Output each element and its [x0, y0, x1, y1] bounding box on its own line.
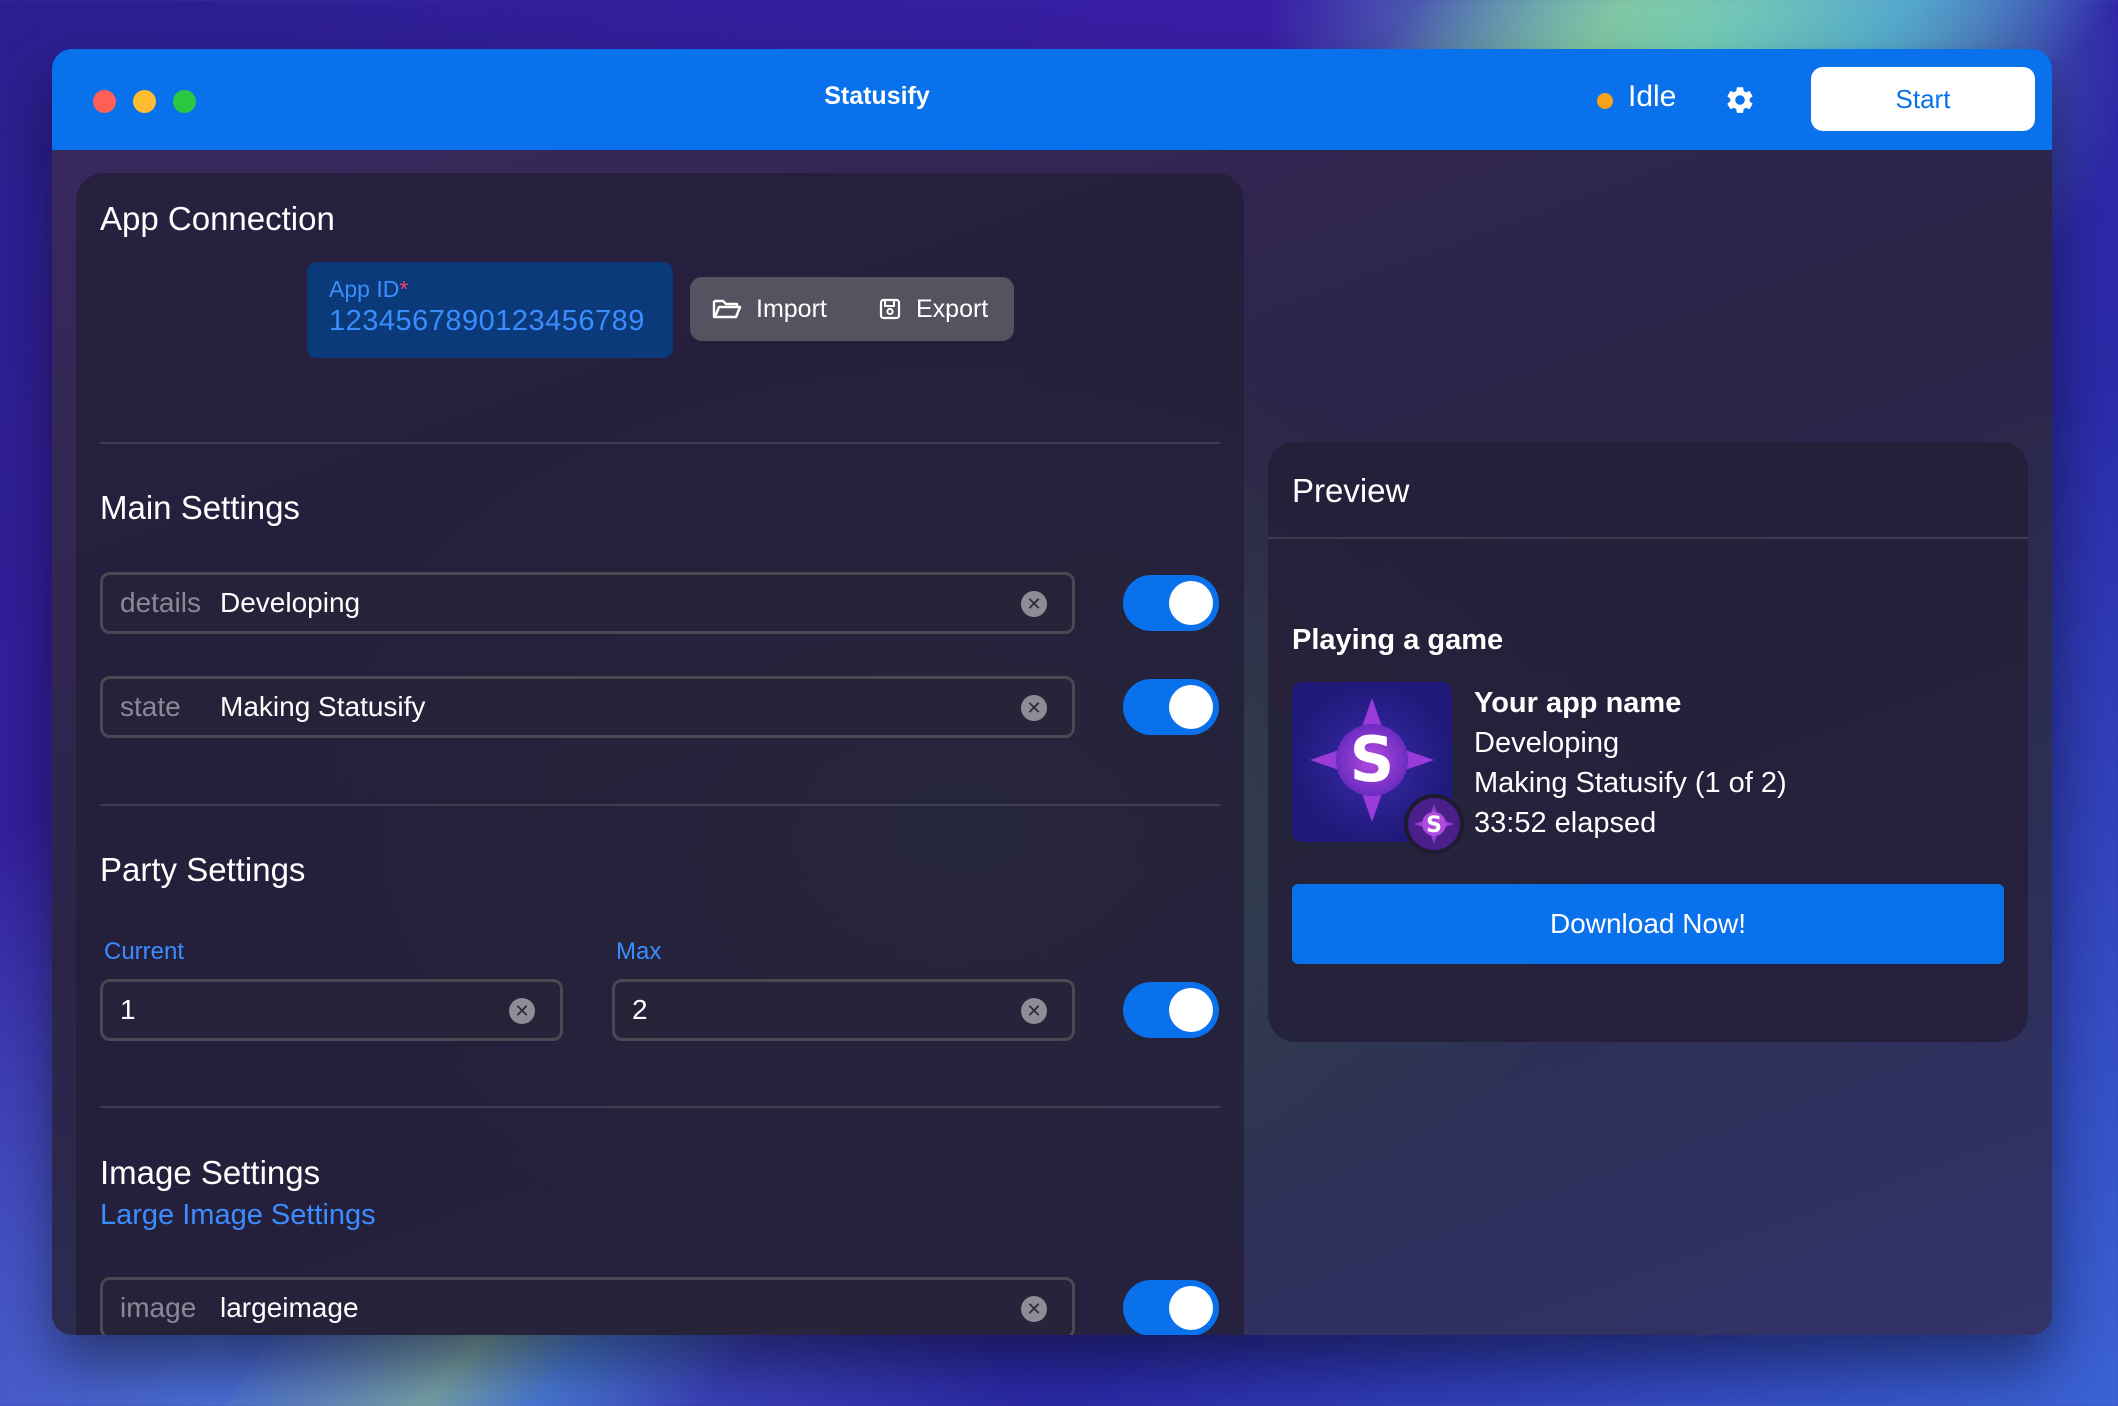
section-divider: [100, 442, 1220, 444]
download-now-button[interactable]: Download Now!: [1292, 884, 2004, 964]
app-id-label: App ID*: [329, 276, 408, 303]
section-divider: [100, 804, 1220, 806]
export-button[interactable]: Export: [878, 277, 988, 341]
save-icon: [879, 298, 901, 320]
state-field[interactable]: state Making Statusify ✕: [100, 676, 1075, 738]
image-toggle[interactable]: [1123, 1280, 1219, 1335]
party-current-value: 1: [120, 994, 136, 1025]
current-label: Current: [104, 938, 185, 965]
main-settings-heading: Main Settings: [100, 489, 300, 526]
image-field[interactable]: image largeimage ✕: [100, 1277, 1075, 1335]
export-label: Export: [916, 294, 989, 323]
preview-panel: Preview Playing a game S S Your app name…: [1268, 442, 2028, 1042]
app-connection-heading: App Connection: [100, 200, 335, 237]
status-text: Idle: [1628, 80, 1677, 113]
party-current-field[interactable]: 1 ✕: [100, 979, 563, 1041]
small-image: S: [1404, 794, 1464, 854]
required-mark: *: [399, 276, 409, 302]
app-id-value: 1234567890123456789: [329, 305, 645, 337]
zoom-window-button[interactable]: [173, 90, 196, 113]
toggle-knob: [1169, 988, 1213, 1032]
import-button[interactable]: Import: [712, 277, 827, 341]
state-field-value: Making Statusify: [220, 691, 426, 722]
image-field-label: image: [120, 1292, 197, 1323]
small-logo-letter: S: [1426, 813, 1442, 838]
preview-state: Making Statusify (1 of 2): [1474, 767, 1787, 799]
preview-details: Developing: [1474, 727, 1620, 759]
state-field-label: state: [120, 691, 181, 722]
toggle-knob: [1169, 581, 1213, 625]
app-window: Statusify Idle Start App Connection App …: [52, 49, 2052, 1335]
party-max-field[interactable]: 2 ✕: [612, 979, 1075, 1041]
preview-elapsed: 33:52 elapsed: [1474, 807, 1657, 839]
max-label: Max: [616, 938, 662, 965]
statusify-small-logo-icon: S: [1408, 798, 1460, 850]
app-id-label-text: App ID: [329, 276, 400, 302]
section-divider: [100, 1106, 1220, 1108]
details-toggle[interactable]: [1123, 575, 1219, 631]
import-export-group: Import Export: [690, 277, 1014, 341]
image-field-value: largeimage: [220, 1292, 359, 1323]
folder-open-icon: [712, 299, 742, 319]
preview-divider: [1268, 537, 2028, 539]
preview-app-name: Your app name: [1474, 687, 1682, 719]
start-button[interactable]: Start: [1811, 67, 2035, 131]
close-window-button[interactable]: [93, 90, 116, 113]
app-id-field[interactable]: App ID* 1234567890123456789: [307, 262, 673, 358]
clear-icon[interactable]: ✕: [1021, 591, 1047, 617]
import-label: Import: [756, 294, 827, 323]
party-toggle[interactable]: [1123, 982, 1219, 1038]
party-settings-heading: Party Settings: [100, 851, 306, 888]
window-title: Statusify: [824, 82, 930, 110]
large-image-settings-link[interactable]: Large Image Settings: [100, 1199, 376, 1232]
party-max-value: 2: [632, 994, 648, 1025]
clear-icon[interactable]: ✕: [509, 998, 535, 1024]
image-settings-heading: Image Settings: [100, 1154, 321, 1191]
minimize-window-button[interactable]: [133, 90, 156, 113]
logo-letter: S: [1350, 723, 1395, 796]
state-toggle[interactable]: [1123, 679, 1219, 735]
settings-gear-icon[interactable]: [1724, 84, 1756, 116]
preview-heading: Preview: [1292, 472, 1410, 509]
details-field[interactable]: details Developing ✕: [100, 572, 1075, 634]
toggle-knob: [1169, 685, 1213, 729]
activity-heading: Playing a game: [1292, 624, 1504, 656]
details-field-label: details: [120, 587, 201, 618]
status-indicator-dot: [1597, 93, 1613, 109]
title-bar: Statusify Idle Start: [52, 49, 2052, 150]
details-field-value: Developing: [220, 587, 361, 618]
clear-icon[interactable]: ✕: [1021, 695, 1047, 721]
clear-icon[interactable]: ✕: [1021, 998, 1047, 1024]
clear-icon[interactable]: ✕: [1021, 1296, 1047, 1322]
toggle-knob: [1169, 1286, 1213, 1330]
settings-panel: App Connection App ID* 12345678901234567…: [76, 173, 1244, 1335]
